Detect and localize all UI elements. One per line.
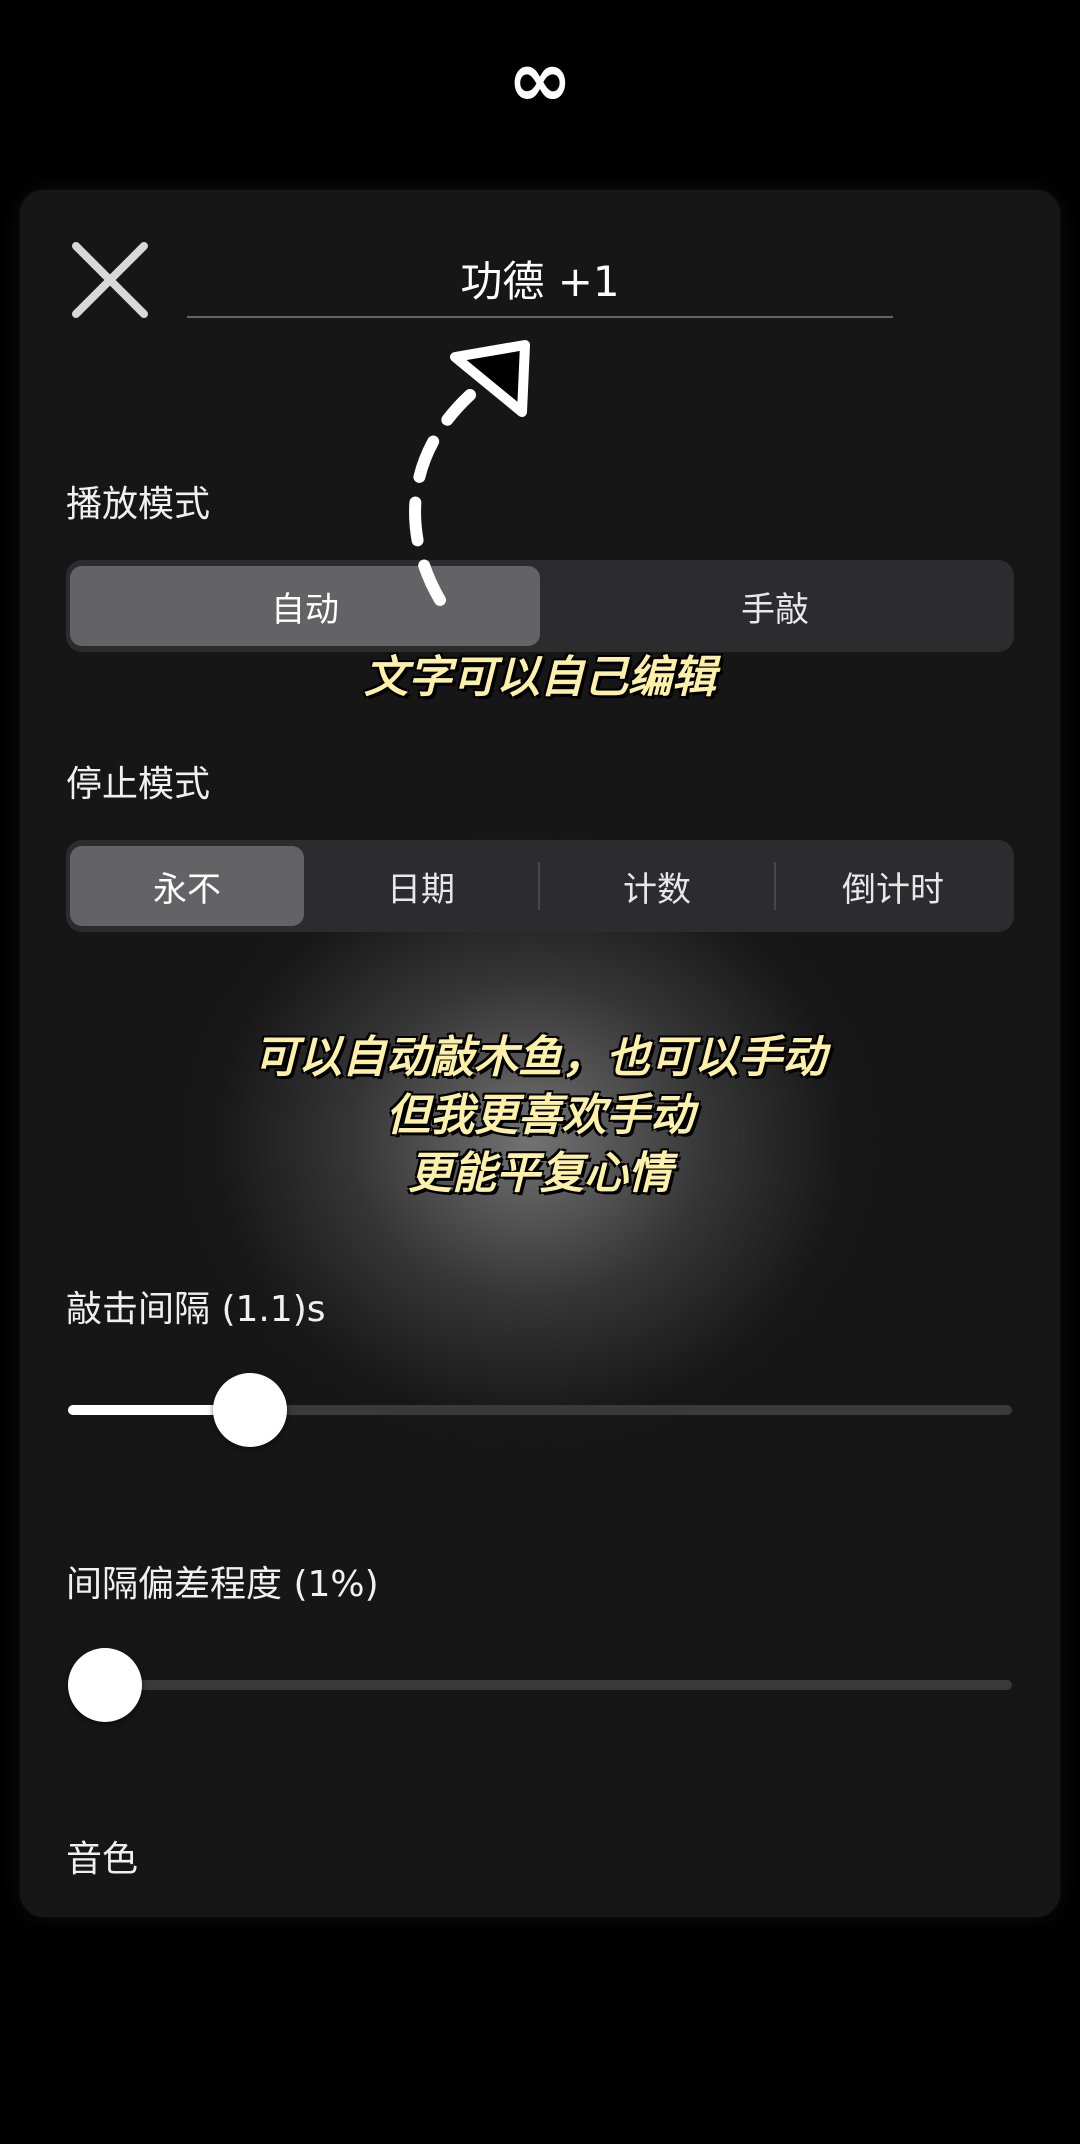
play-mode-option-auto[interactable]: 自动 xyxy=(70,566,540,646)
title-input[interactable] xyxy=(187,240,893,318)
slider-track xyxy=(68,1680,1012,1690)
caption-line-2: 但我更喜欢手动 xyxy=(386,1090,694,1141)
stop-mode-segmented-control: 永不 日期 计数 倒计时 xyxy=(66,840,1014,932)
screen: ∞ 播放模式 自动 手敲 停止模式 永不 日期 计数 倒计时 敲击间隔 (1.1… xyxy=(0,0,1080,2144)
play-mode-segmented-control: 自动 手敲 xyxy=(66,560,1014,652)
tone-label: 音色 xyxy=(66,1839,139,1880)
play-mode-option-manual[interactable]: 手敲 xyxy=(540,566,1010,646)
slider-thumb[interactable] xyxy=(213,1373,288,1447)
close-icon xyxy=(72,242,148,318)
caption-edit-text: 文字可以自己编辑 xyxy=(364,652,716,703)
deviation-slider[interactable] xyxy=(68,1645,1012,1725)
stop-mode-option-date[interactable]: 日期 xyxy=(304,846,538,926)
stop-mode-option-countdown[interactable]: 倒计时 xyxy=(776,846,1010,926)
interval-label: 敲击间隔 (1.1)s xyxy=(66,1289,326,1330)
caption-line-3: 更能平复心情 xyxy=(408,1148,672,1199)
caption-line-1: 可以自动敲木鱼，也可以手动 xyxy=(254,1032,826,1083)
stop-mode-label: 停止模式 xyxy=(66,764,211,805)
interval-slider[interactable] xyxy=(68,1370,1012,1450)
stop-mode-option-never[interactable]: 永不 xyxy=(70,846,304,926)
deviation-label: 间隔偏差程度 (1%) xyxy=(66,1564,379,1605)
infinity-icon: ∞ xyxy=(507,35,573,125)
play-mode-label: 播放模式 xyxy=(66,484,211,525)
close-button[interactable] xyxy=(60,230,160,330)
slider-thumb[interactable] xyxy=(68,1648,142,1722)
stop-mode-option-count[interactable]: 计数 xyxy=(540,846,774,926)
